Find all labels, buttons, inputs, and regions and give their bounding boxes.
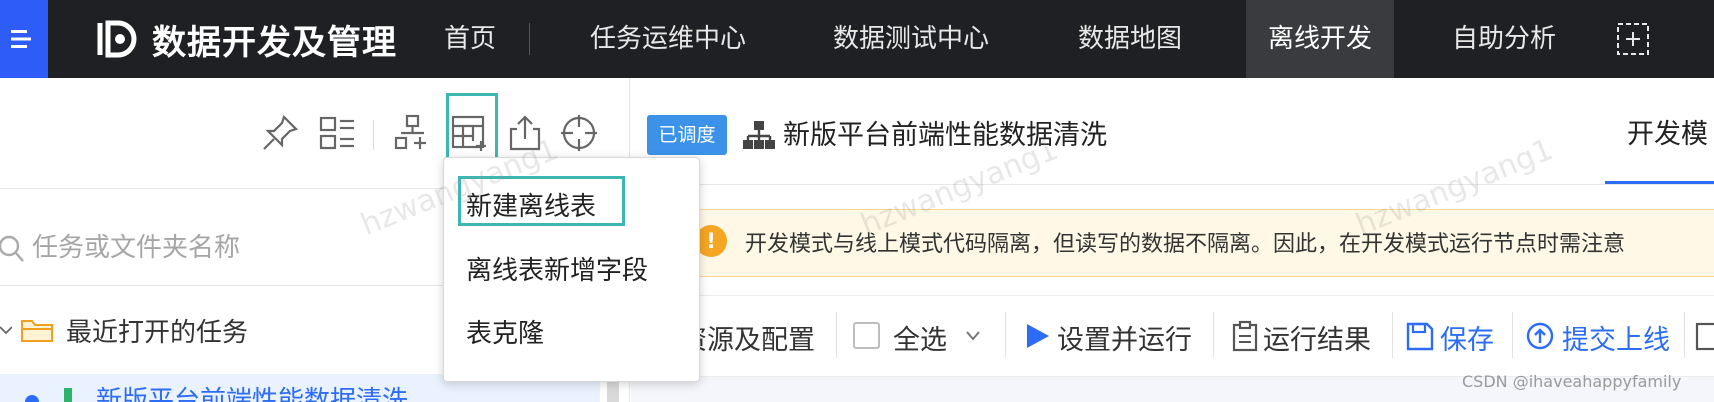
add-node-icon[interactable]	[393, 113, 433, 153]
recent-tasks-label: 最近打开的任务	[66, 317, 249, 348]
locate-icon[interactable]	[559, 113, 599, 153]
menu-toggle-button[interactable]	[0, 0, 48, 78]
clipboard-icon	[1232, 320, 1258, 352]
menu-icon	[11, 30, 31, 48]
save-button[interactable]: 保存	[1440, 318, 1494, 357]
pin-icon[interactable]	[260, 113, 300, 153]
play-icon[interactable]	[1023, 320, 1053, 352]
nav-data-map[interactable]: 数据地图	[1078, 0, 1182, 78]
select-all-checkbox[interactable]	[853, 322, 880, 349]
warning-text: 开发模式与线上模式代码隔离，但读写的数据不隔离。因此，在开发模式运行节点时需注意	[745, 232, 1626, 257]
search-input[interactable]	[32, 231, 442, 265]
add-table-dropdown: 新建离线表 离线表新增字段 表克隆	[443, 157, 700, 382]
header-divider	[631, 184, 1714, 185]
toolbar-divider	[836, 312, 837, 358]
workflow-icon	[743, 121, 775, 149]
add-table-icon[interactable]	[450, 113, 490, 153]
menu-item-new-offline-table[interactable]: 新建离线表	[466, 186, 596, 223]
tab-dev-mode[interactable]: 开发模	[1627, 112, 1708, 151]
top-nav-bar: 数据开发及管理 首页 任务运维中心 数据测试中心 数据地图 离线开发 自助分析	[0, 0, 1714, 78]
export-icon[interactable]	[505, 113, 545, 153]
task-status-icon	[25, 388, 72, 402]
brand-name: 数据开发及管理	[152, 22, 397, 63]
task-item-label: 新版平台前端性能数据清洗	[96, 386, 409, 402]
search-underline	[0, 285, 446, 286]
nav-offline-dev[interactable]: 离线开发	[1246, 0, 1394, 78]
toolbar-divider	[1392, 312, 1393, 358]
brand-logo-icon	[97, 20, 137, 58]
more-icon[interactable]	[1694, 320, 1714, 352]
nav-ops-center[interactable]: 任务运维中心	[590, 0, 746, 78]
nav-home[interactable]: 首页	[444, 0, 496, 78]
status-badge: 已调度	[647, 115, 727, 155]
nav-self-analysis[interactable]: 自助分析	[1452, 0, 1556, 78]
editor-toolbar	[691, 295, 1714, 377]
nav-test-center[interactable]: 数据测试中心	[833, 0, 989, 78]
run-results-button[interactable]: 运行结果	[1263, 318, 1371, 357]
toolbar-divider	[1005, 312, 1006, 358]
footer-credit: CSDN @ihaveahappyfamily	[1462, 372, 1682, 391]
folder-icon	[21, 320, 53, 342]
expand-icon[interactable]	[1616, 22, 1650, 56]
select-all-label[interactable]: 全选	[893, 318, 947, 357]
chevron-down-icon[interactable]	[0, 324, 12, 336]
toolbar-divider	[1512, 312, 1513, 358]
brand[interactable]: 数据开发及管理	[96, 0, 397, 78]
set-and-run-button[interactable]: 设置并运行	[1057, 318, 1192, 357]
task-title: 新版平台前端性能数据清洗	[783, 120, 1107, 151]
chevron-down-icon[interactable]	[965, 330, 981, 342]
menu-item-table-clone[interactable]: 表克隆	[466, 313, 544, 350]
resources-config-button[interactable]: 资源及配置	[680, 318, 815, 357]
search-icon	[0, 235, 24, 262]
nav-divider	[529, 23, 530, 55]
toolbar-divider	[1684, 312, 1685, 358]
layout-icon[interactable]	[317, 113, 357, 153]
submit-online-button[interactable]: 提交上线	[1562, 318, 1670, 357]
toolbar-divider	[373, 120, 374, 150]
submit-icon[interactable]	[1525, 320, 1555, 352]
menu-item-add-field[interactable]: 离线表新增字段	[466, 250, 648, 287]
recent-tasks-folder[interactable]: 最近打开的任务	[0, 310, 248, 350]
save-icon[interactable]	[1405, 320, 1435, 352]
toolbar-divider	[1213, 312, 1214, 358]
